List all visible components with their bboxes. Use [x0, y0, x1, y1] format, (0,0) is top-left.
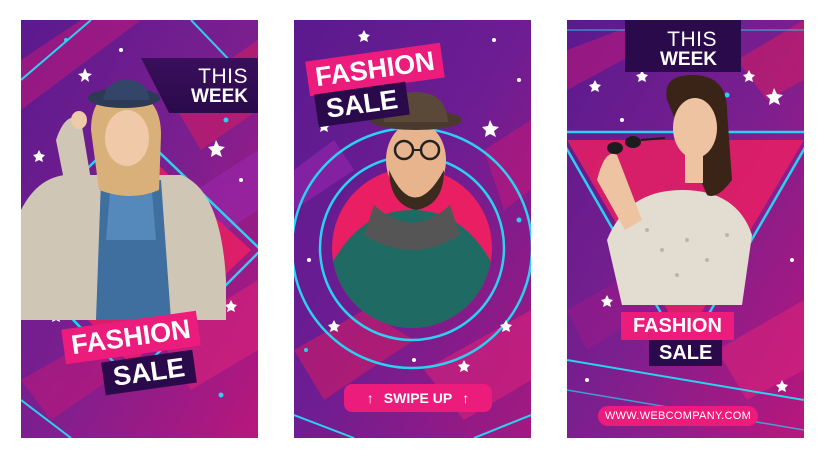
- arrow-up-icon: ↑: [366, 390, 374, 406]
- swipe-up-label: SWIPE UP: [383, 390, 453, 406]
- website-url-link[interactable]: WWW.WEBCOMPANY.COM: [598, 406, 758, 426]
- sale-label: SALE: [659, 342, 713, 364]
- story-card-2: FASHION SALE ↑ SWIPE UP ↑: [294, 20, 531, 438]
- story-card-1: THIS WEEK FASHION SALE: [21, 20, 258, 438]
- week-label: WEEK: [660, 49, 717, 70]
- arrow-up-icon: ↑: [462, 390, 470, 406]
- card-3-sale-banner: SALE: [649, 340, 723, 366]
- card-3-fashion-banner: FASHION: [621, 312, 734, 340]
- story-card-3: THIS WEEK FASHION SALE WWW.WEBCOMPANY.CO…: [567, 20, 804, 438]
- this-label: THIS: [198, 65, 248, 88]
- week-label: WEEK: [191, 86, 248, 107]
- swipe-up-button[interactable]: ↑ SWIPE UP ↑: [344, 384, 492, 412]
- fashion-label: FASHION: [633, 315, 722, 337]
- card-3-this-week-tag: THIS WEEK: [625, 20, 741, 72]
- card-3-background: [567, 20, 804, 438]
- url-label: WWW.WEBCOMPANY.COM: [604, 410, 752, 422]
- this-label: THIS: [667, 28, 717, 51]
